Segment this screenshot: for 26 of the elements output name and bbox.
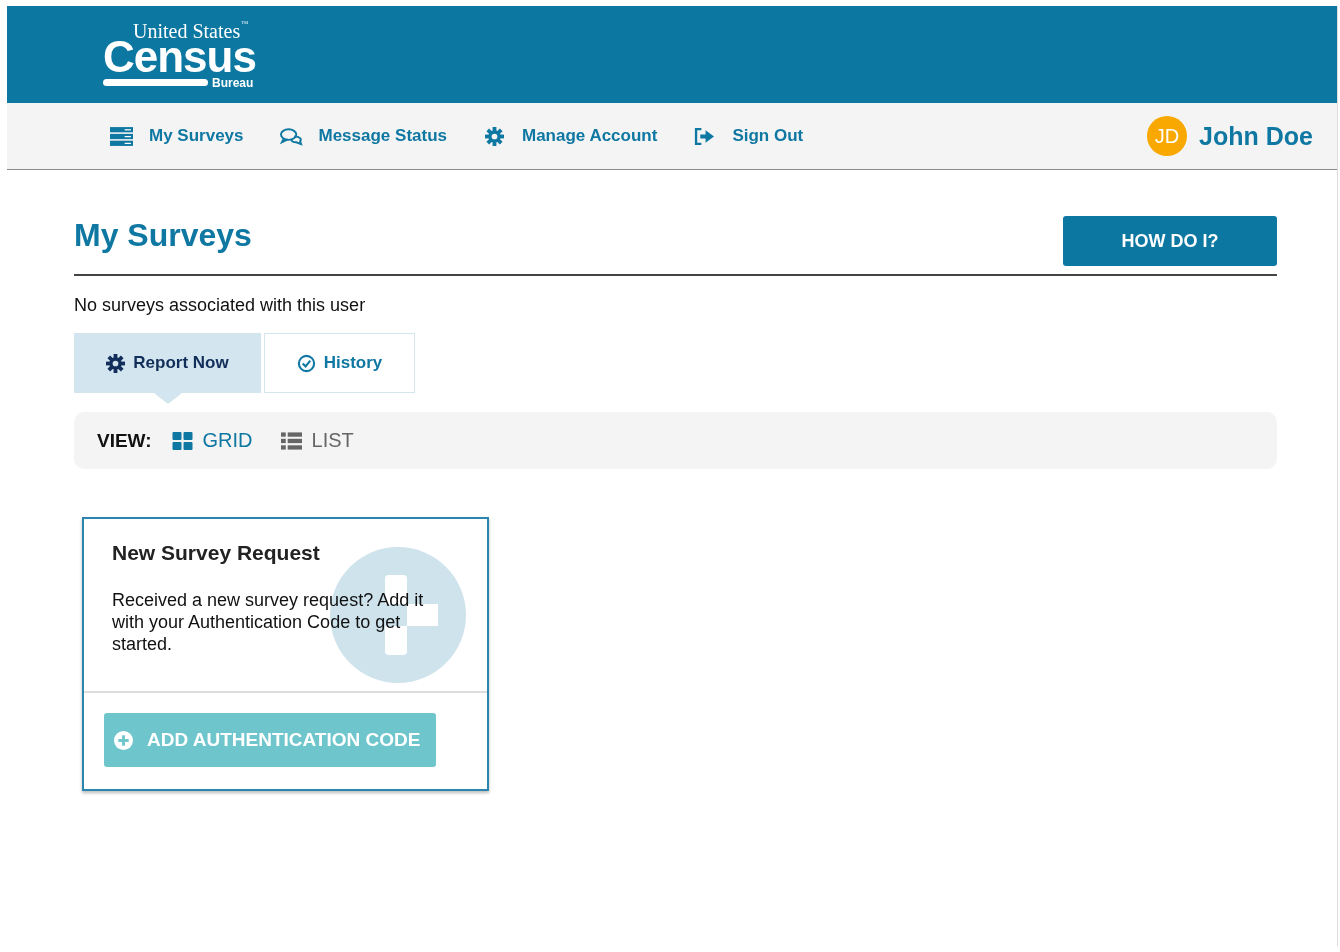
- sign-out-icon: [693, 126, 717, 146]
- plus-icon: [114, 730, 133, 750]
- nav-link[interactable]: My Surveys: [110, 126, 244, 146]
- nav-link[interactable]: Manage Account: [483, 126, 658, 146]
- server-icon: [110, 126, 133, 146]
- card-title: New Survey Request: [112, 541, 321, 565]
- list-icon: [280, 431, 302, 450]
- view-option[interactable]: LIST: [280, 429, 354, 452]
- check-circle-icon: [296, 353, 316, 373]
- tab[interactable]: Report Now: [74, 333, 261, 393]
- notice-text: No surveys associated with this user: [74, 295, 367, 316]
- nav-link[interactable]: Sign Out: [693, 126, 804, 146]
- page-title: My Surveys: [74, 217, 252, 254]
- tab[interactable]: History: [264, 333, 415, 393]
- gear-icon: [106, 353, 126, 373]
- user-name[interactable]: John Doe: [1199, 121, 1313, 151]
- grid-icon: [171, 431, 193, 450]
- view-label: VIEW:: [97, 429, 152, 452]
- nav-link[interactable]: Message Status: [279, 126, 447, 146]
- view-option[interactable]: GRID: [171, 429, 253, 452]
- help-button[interactable]: HOW DO I?: [1063, 216, 1277, 266]
- logo-text: United States: [133, 20, 241, 41]
- logo-text: Bureau: [212, 76, 254, 89]
- gear-icon: [483, 126, 506, 146]
- card-text: Received a new survey request? Add it with your Authentication Code to get started.: [112, 589, 425, 655]
- chat-bubbles-icon: [279, 126, 303, 146]
